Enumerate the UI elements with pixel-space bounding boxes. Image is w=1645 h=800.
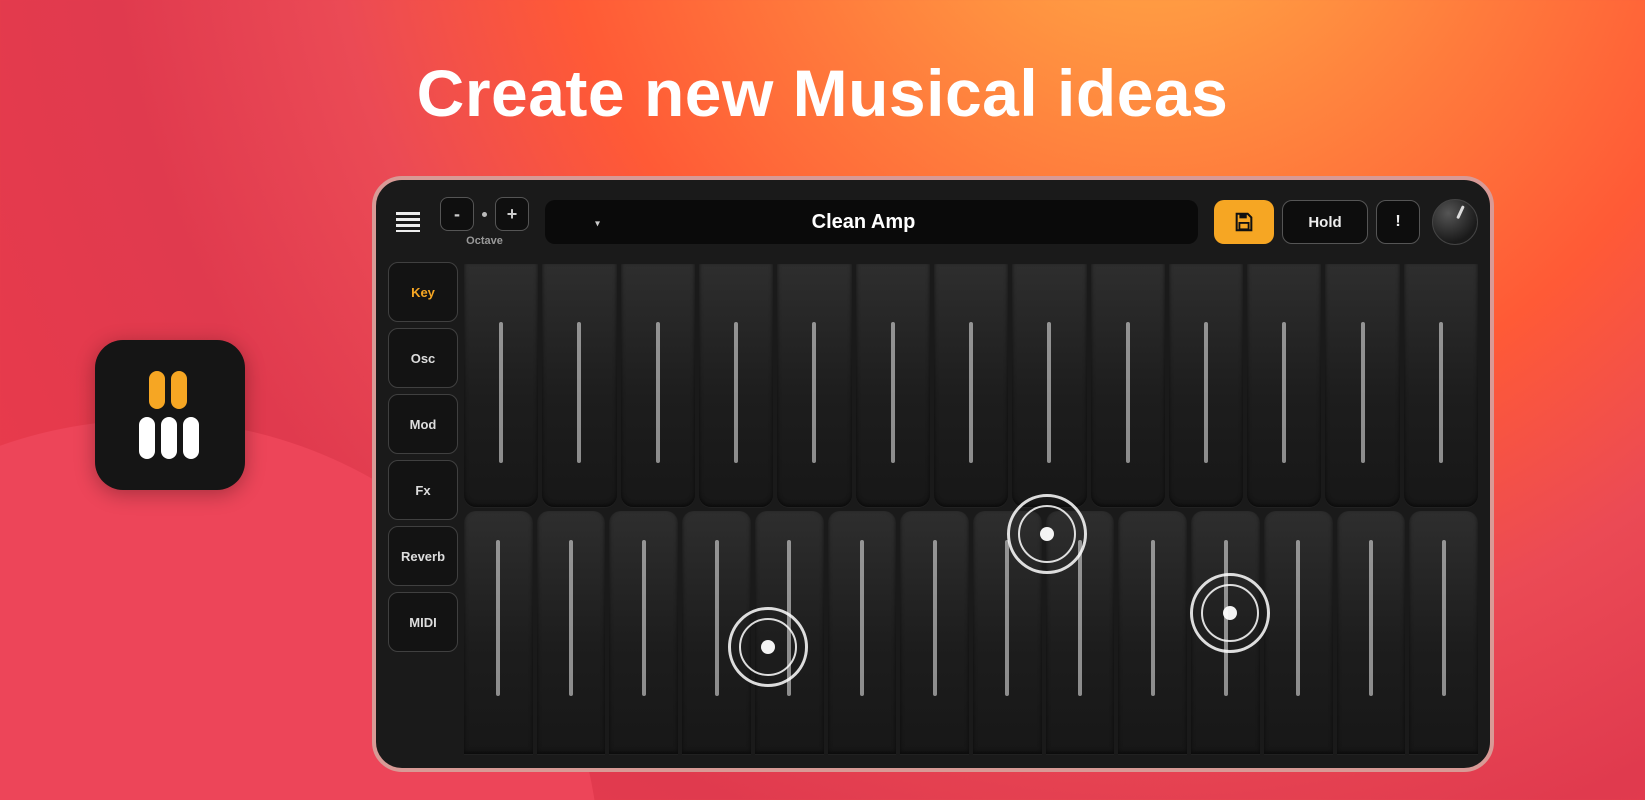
bang-button[interactable]: ! (1376, 200, 1420, 244)
lower-key[interactable] (755, 511, 824, 754)
lower-key[interactable] (1409, 511, 1478, 754)
save-icon (1233, 211, 1255, 233)
app-icon (95, 340, 245, 490)
tab-key[interactable]: Key (388, 262, 458, 322)
upper-key[interactable] (1247, 264, 1321, 507)
tab-reverb[interactable]: Reverb (388, 526, 458, 586)
lower-key[interactable] (537, 511, 606, 754)
upper-key[interactable] (621, 264, 695, 507)
lower-key[interactable] (1337, 511, 1406, 754)
upper-key[interactable] (542, 264, 616, 507)
app-logo-icon (127, 365, 213, 465)
upper-key[interactable] (777, 264, 851, 507)
upper-key[interactable] (1169, 264, 1243, 507)
octave-down-button[interactable]: - (440, 197, 474, 231)
keyboard (464, 262, 1478, 756)
tab-fx[interactable]: Fx (388, 460, 458, 520)
lower-key[interactable] (609, 511, 678, 754)
lower-key[interactable] (682, 511, 751, 754)
octave-label: Octave (466, 235, 503, 247)
upper-key[interactable] (699, 264, 773, 507)
tab-mod[interactable]: Mod (388, 394, 458, 454)
upper-key[interactable] (856, 264, 930, 507)
headline: Create new Musical ideas (0, 55, 1645, 131)
lower-key[interactable] (828, 511, 897, 754)
app-screen: - + Octave ▾ Clean Amp Hold ! KeyOscModF… (372, 176, 1494, 772)
lower-key[interactable] (1046, 511, 1115, 754)
lower-key[interactable] (1118, 511, 1187, 754)
lower-key[interactable] (900, 511, 969, 754)
lower-key[interactable] (464, 511, 533, 754)
lower-key[interactable] (1264, 511, 1333, 754)
octave-up-button[interactable]: + (495, 197, 529, 231)
side-tabs: KeyOscModFxReverbMIDI (388, 262, 458, 756)
upper-key[interactable] (1012, 264, 1086, 507)
tab-osc[interactable]: Osc (388, 328, 458, 388)
save-button[interactable] (1214, 200, 1274, 244)
tab-midi[interactable]: MIDI (388, 592, 458, 652)
preset-selector[interactable]: ▾ Clean Amp (545, 200, 1198, 244)
octave-indicator-dot (482, 212, 487, 217)
menu-icon (396, 212, 420, 232)
top-bar: - + Octave ▾ Clean Amp Hold ! (388, 192, 1478, 252)
upper-key[interactable] (1325, 264, 1399, 507)
volume-knob[interactable] (1432, 199, 1478, 245)
lower-key[interactable] (973, 511, 1042, 754)
upper-key[interactable] (1404, 264, 1478, 507)
hold-button[interactable]: Hold (1282, 200, 1368, 244)
lower-key[interactable] (1191, 511, 1260, 754)
preset-name: Clean Amp (569, 211, 1158, 234)
upper-key[interactable] (934, 264, 1008, 507)
menu-button[interactable] (388, 202, 428, 242)
upper-key[interactable] (1091, 264, 1165, 507)
upper-key[interactable] (464, 264, 538, 507)
dropdown-arrow-icon: ▾ (595, 219, 600, 230)
octave-control: - + Octave (440, 197, 529, 247)
